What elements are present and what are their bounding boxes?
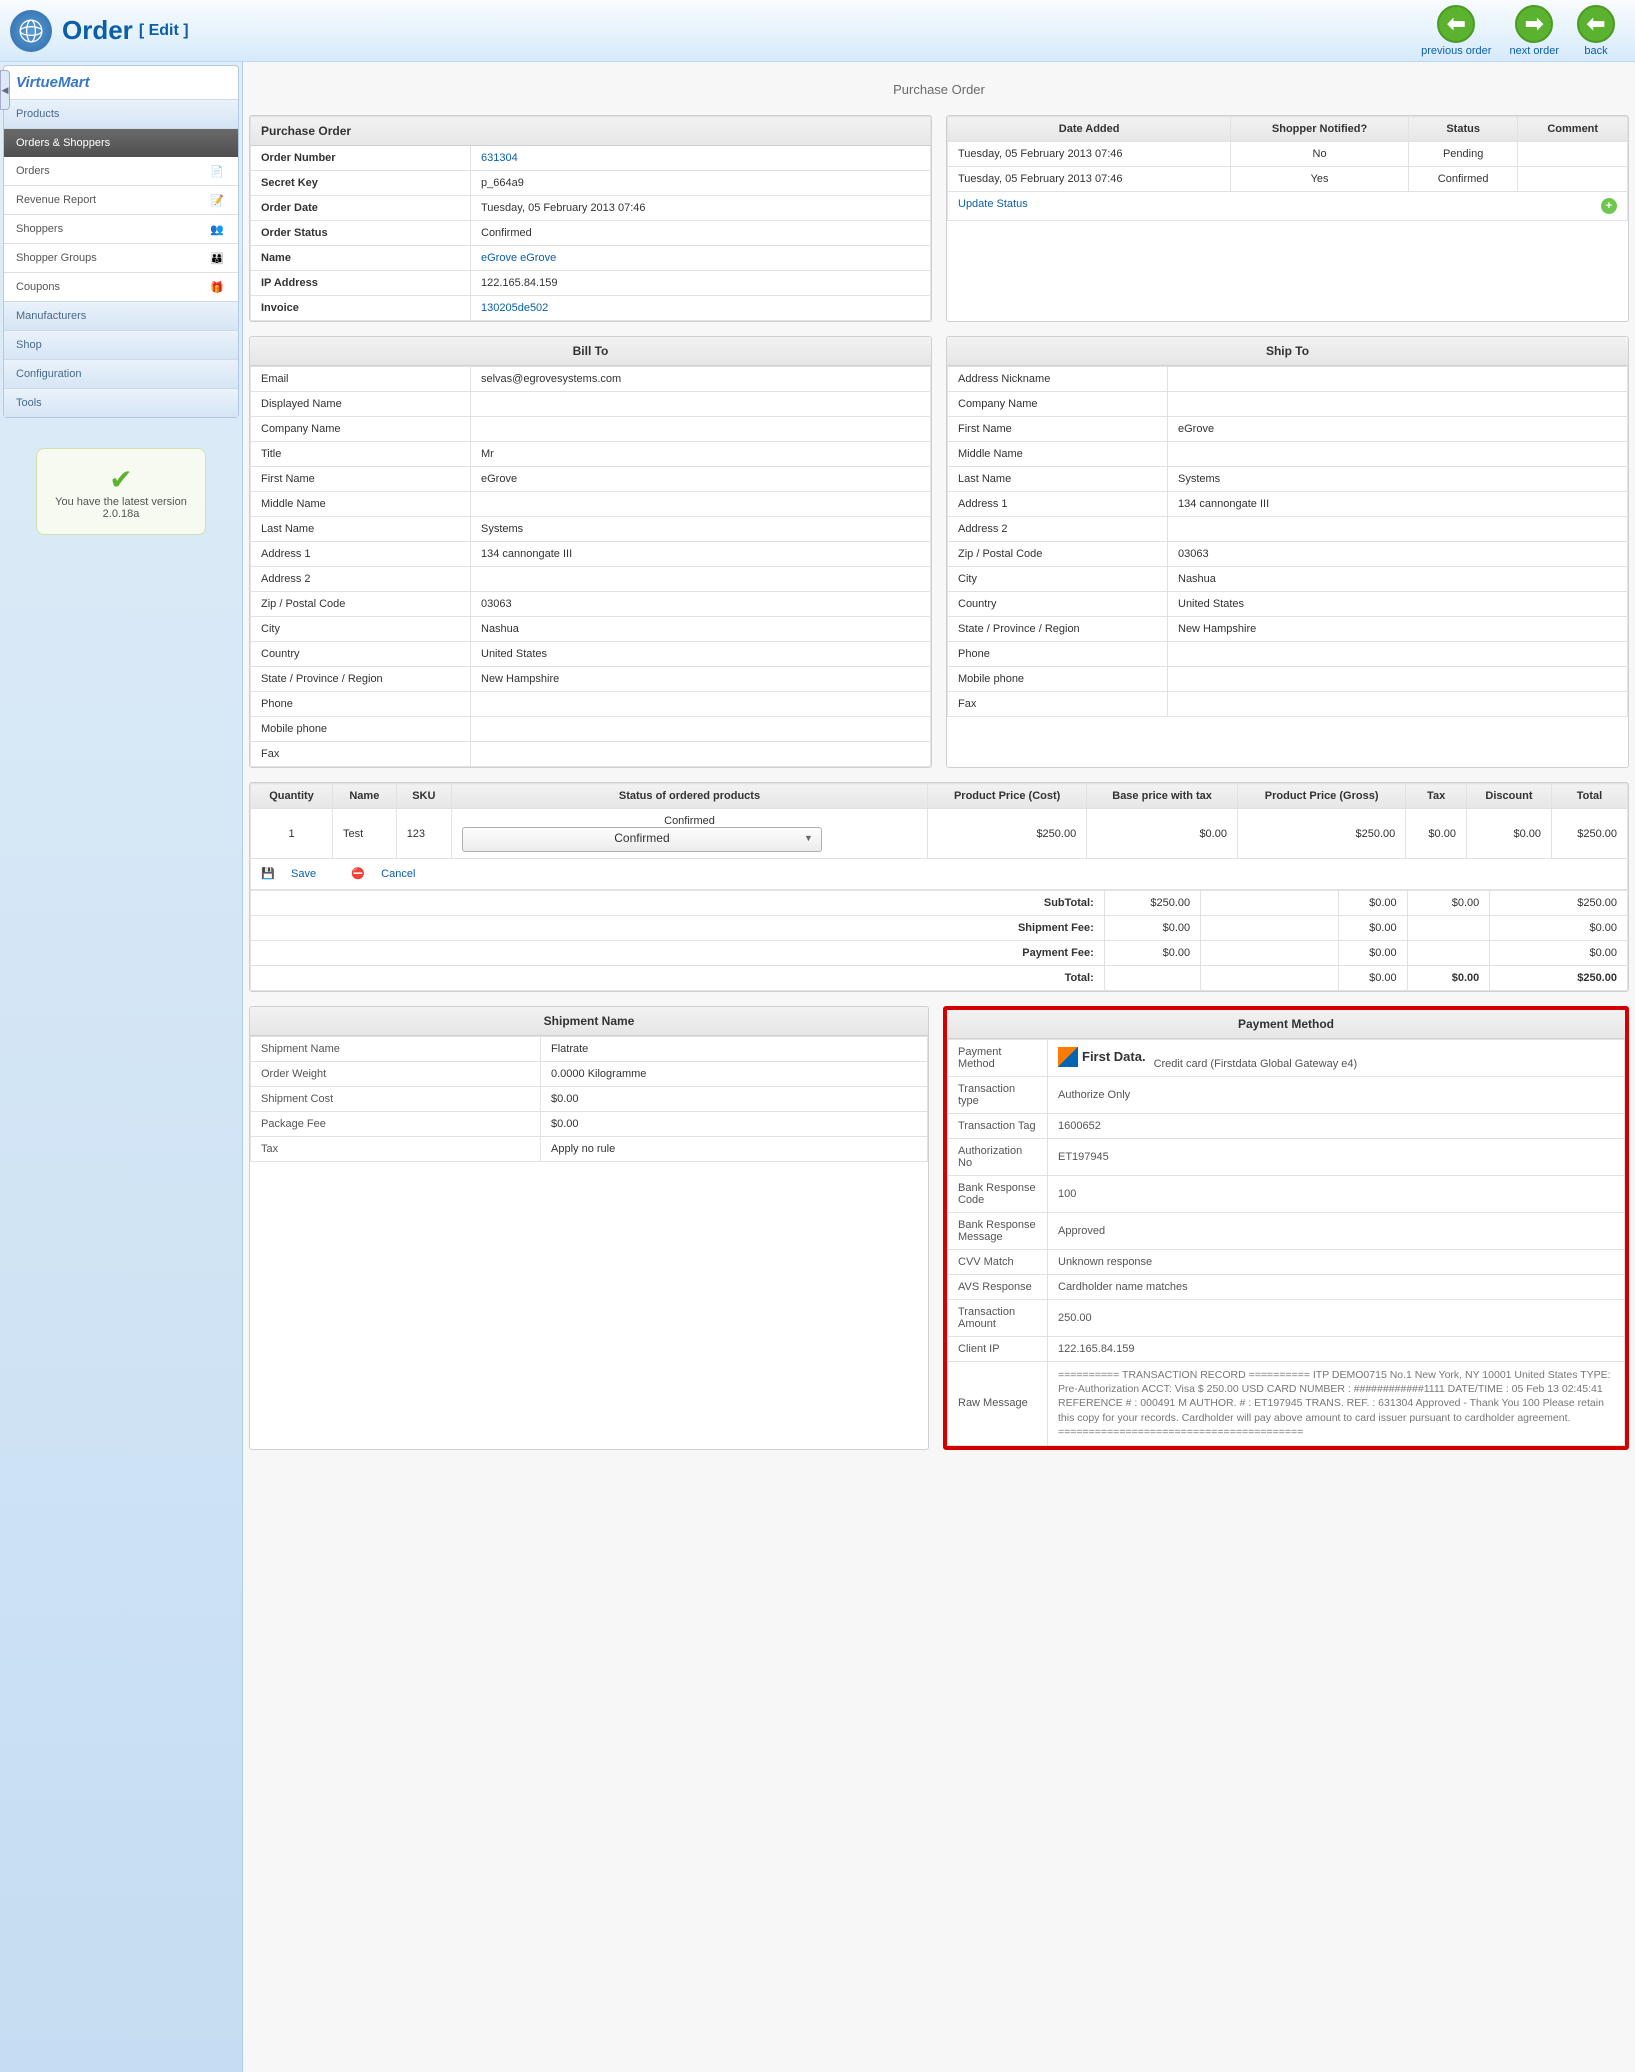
- virtuemart-logo: VirtueMart: [4, 66, 238, 99]
- section-tools[interactable]: Tools: [4, 388, 238, 417]
- check-icon: ✔: [51, 463, 191, 496]
- version-text: You have the latest version: [51, 496, 191, 508]
- add-icon[interactable]: +: [1601, 198, 1617, 214]
- header: Order [ Edit ] ⬅previous order ➡next ord…: [0, 0, 1635, 62]
- sidebar-item-shoppers[interactable]: Shoppers👥: [4, 214, 238, 243]
- purchase-order-panel: Purchase Order Order Number631304 Secret…: [249, 115, 932, 322]
- sidebar: VirtueMart Products Orders & Shoppers Or…: [0, 62, 243, 2072]
- save-button[interactable]: 💾Save: [261, 868, 332, 880]
- history-panel: Date Added Shopper Notified? Status Comm…: [946, 115, 1629, 322]
- history-row: Tuesday, 05 February 2013 07:46NoPending: [948, 142, 1628, 167]
- shoppers-icon: 👥: [210, 223, 226, 235]
- app-logo-icon: [10, 10, 52, 52]
- history-row: Tuesday, 05 February 2013 07:46YesConfir…: [948, 167, 1628, 192]
- sidebar-collapse-button[interactable]: ◀: [0, 70, 10, 110]
- main-content: Purchase Order Purchase Order Order Numb…: [243, 62, 1635, 2072]
- status-select[interactable]: Confirmed: [462, 827, 822, 852]
- section-shop[interactable]: Shop: [4, 330, 238, 359]
- edit-link[interactable]: [ Edit ]: [139, 22, 189, 40]
- customer-name-link[interactable]: eGrove eGrove: [481, 252, 556, 264]
- billto-panel: Bill To Emailselvas@egrovesystems.com Di…: [249, 336, 932, 768]
- report-icon: 📝: [210, 194, 226, 206]
- product-row: 1 Test 123 Confirmed Confirmed $250.00 $…: [251, 809, 1628, 859]
- sidebar-item-orders[interactable]: Orders📄: [4, 157, 238, 185]
- arrow-left-icon: ⬅: [1437, 5, 1475, 43]
- sidebar-item-shopper-groups[interactable]: Shopper Groups👨‍👩‍👦: [4, 243, 238, 272]
- arrow-right-icon: ➡: [1515, 5, 1553, 43]
- invoice-link[interactable]: 130205de502: [481, 302, 548, 314]
- firstdata-icon: [1058, 1047, 1078, 1067]
- cancel-icon: ⛔: [351, 867, 365, 881]
- shipto-panel: Ship To Address Nickname Company Name Fi…: [946, 336, 1629, 768]
- back-button[interactable]: ⬅back: [1577, 5, 1615, 57]
- section-products[interactable]: Products: [4, 99, 238, 128]
- section-configuration[interactable]: Configuration: [4, 359, 238, 388]
- section-manufacturers[interactable]: Manufacturers: [4, 301, 238, 330]
- firstdata-logo: First Data.: [1058, 1047, 1146, 1067]
- products-panel: Quantity Name SKU Status of ordered prod…: [249, 782, 1629, 992]
- arrow-back-icon: ⬅: [1577, 5, 1615, 43]
- purchase-head: Purchase Order: [251, 117, 931, 146]
- groups-icon: 👨‍👩‍👦: [210, 252, 226, 264]
- section-orders-shoppers[interactable]: Orders & Shoppers: [4, 128, 238, 157]
- cancel-button[interactable]: ⛔Cancel: [351, 868, 431, 880]
- previous-order-button[interactable]: ⬅previous order: [1421, 5, 1491, 57]
- next-order-button[interactable]: ➡next order: [1509, 5, 1559, 57]
- shipment-panel: Shipment Name Shipment NameFlatrate Orde…: [249, 1006, 929, 1450]
- order-number-link[interactable]: 631304: [481, 152, 518, 164]
- toolbar: ⬅previous order ➡next order ⬅back: [1421, 5, 1615, 57]
- payment-panel: Payment Method Payment MethodFirst Data.…: [943, 1006, 1629, 1450]
- save-icon: 💾: [261, 867, 275, 881]
- page-heading: Purchase Order: [249, 68, 1629, 115]
- sidebar-item-revenue[interactable]: Revenue Report📝: [4, 185, 238, 214]
- update-status-link[interactable]: Update Status: [958, 198, 1028, 210]
- page-title: Order: [62, 15, 133, 46]
- sidebar-item-coupons[interactable]: Coupons🎁: [4, 272, 238, 301]
- version-number: 2.0.18a: [51, 508, 191, 520]
- orders-icon: 📄: [210, 165, 226, 177]
- version-box: ✔ You have the latest version 2.0.18a: [36, 448, 206, 535]
- coupons-icon: 🎁: [210, 281, 226, 293]
